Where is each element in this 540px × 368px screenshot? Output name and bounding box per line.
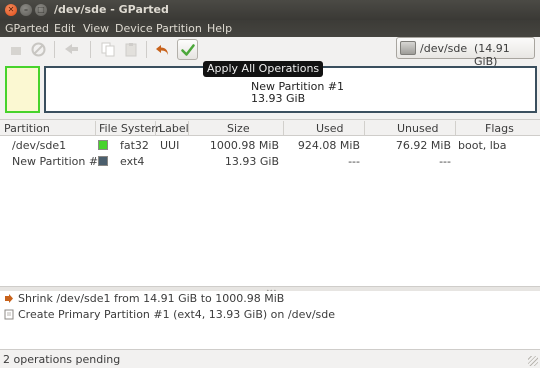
toolbar-separator [90, 41, 91, 58]
apply-icon[interactable] [177, 39, 198, 60]
column-divider [283, 121, 284, 135]
cell-partition: New Partition #1 [12, 155, 106, 168]
apply-tooltip: Apply All Operations [203, 61, 324, 77]
cell-unused: --- [439, 155, 451, 168]
column-label[interactable]: Label [159, 122, 189, 135]
device-selector[interactable]: /dev/sde (14.91 GiB) [396, 37, 535, 68]
cell-used: --- [348, 155, 360, 168]
column-file-system[interactable]: File System [99, 122, 162, 135]
menu-gparted[interactable]: GParted [5, 22, 49, 35]
column-partition[interactable]: Partition [4, 122, 50, 135]
cell-label: UUI [160, 139, 180, 152]
menu-partition[interactable]: Partition [156, 22, 202, 35]
toolbar-separator [54, 41, 55, 58]
resize-move-icon[interactable] [62, 40, 81, 59]
column-divider [364, 121, 365, 135]
partition-table-header: Partition File System Label Size Used Un… [0, 119, 540, 136]
table-row[interactable]: /dev/sde1 fat32 UUI 1000.98 MiB 924.08 M… [0, 137, 540, 153]
paste-icon[interactable] [121, 40, 140, 59]
delete-icon[interactable] [29, 40, 48, 59]
menu-help[interactable]: Help [207, 22, 232, 35]
harddisk-icon [400, 41, 416, 55]
device-name: /dev/sde [420, 42, 468, 55]
diskmap-partition-sde1[interactable] [5, 66, 40, 113]
diskmap-partition-label: New Partition #1 13.93 GiB [251, 81, 344, 105]
pending-operations-list: Shrink /dev/sde1 from 14.91 GiB to 1000.… [0, 291, 540, 349]
minimize-window-button[interactable]: – [20, 4, 32, 16]
cell-flags: boot, lba [458, 139, 507, 152]
cell-partition: /dev/sde1 [12, 139, 67, 152]
column-unused[interactable]: Unused [397, 122, 438, 135]
cell-size: 13.93 GiB [224, 155, 279, 168]
column-divider [455, 121, 456, 135]
cell-used: 924.08 MiB [297, 139, 360, 152]
cell-file-system: fat32 [120, 139, 149, 152]
column-used[interactable]: Used [316, 122, 344, 135]
window-title: /dev/sde - GParted [54, 3, 169, 16]
resize-grip-icon[interactable] [528, 356, 538, 366]
create-partition-icon [4, 309, 14, 320]
status-text: 2 operations pending [3, 353, 121, 366]
operation-text: Shrink /dev/sde1 from 14.91 GiB to 1000.… [18, 292, 285, 305]
menu-bar: GParted Edit View Device Partition Help [0, 20, 540, 37]
operation-text: Create Primary Partition #1 (ext4, 13.93… [18, 308, 336, 321]
toolbar-separator [146, 41, 147, 58]
new-partition-icon[interactable] [6, 40, 25, 59]
status-bar: 2 operations pending [0, 349, 540, 368]
cell-file-system: ext4 [120, 155, 145, 168]
column-size[interactable]: Size [227, 122, 250, 135]
copy-icon[interactable] [98, 40, 117, 59]
diskmap-partition-size: 13.93 GiB [251, 92, 306, 105]
shrink-icon [4, 293, 14, 304]
column-divider [188, 121, 189, 135]
column-divider [155, 121, 156, 135]
maximize-window-button[interactable]: □ [35, 4, 47, 16]
close-window-button[interactable]: ✕ [5, 4, 17, 16]
menu-view[interactable]: View [83, 22, 109, 35]
column-divider [95, 121, 96, 135]
undo-icon[interactable] [153, 40, 172, 59]
menu-device[interactable]: Device [115, 22, 153, 35]
title-bar: ✕ – □ /dev/sde - GParted [0, 0, 540, 20]
partition-table: /dev/sde1 fat32 UUI 1000.98 MiB 924.08 M… [0, 136, 540, 286]
menu-edit[interactable]: Edit [54, 22, 75, 35]
cell-size: 1000.98 MiB [209, 139, 279, 152]
table-row[interactable]: New Partition #1 ext4 13.93 GiB --- --- [0, 153, 540, 169]
cell-unused: 76.92 MiB [395, 139, 451, 152]
fs-color-swatch [98, 156, 108, 166]
column-flags[interactable]: Flags [485, 122, 514, 135]
fs-color-swatch [98, 140, 108, 150]
